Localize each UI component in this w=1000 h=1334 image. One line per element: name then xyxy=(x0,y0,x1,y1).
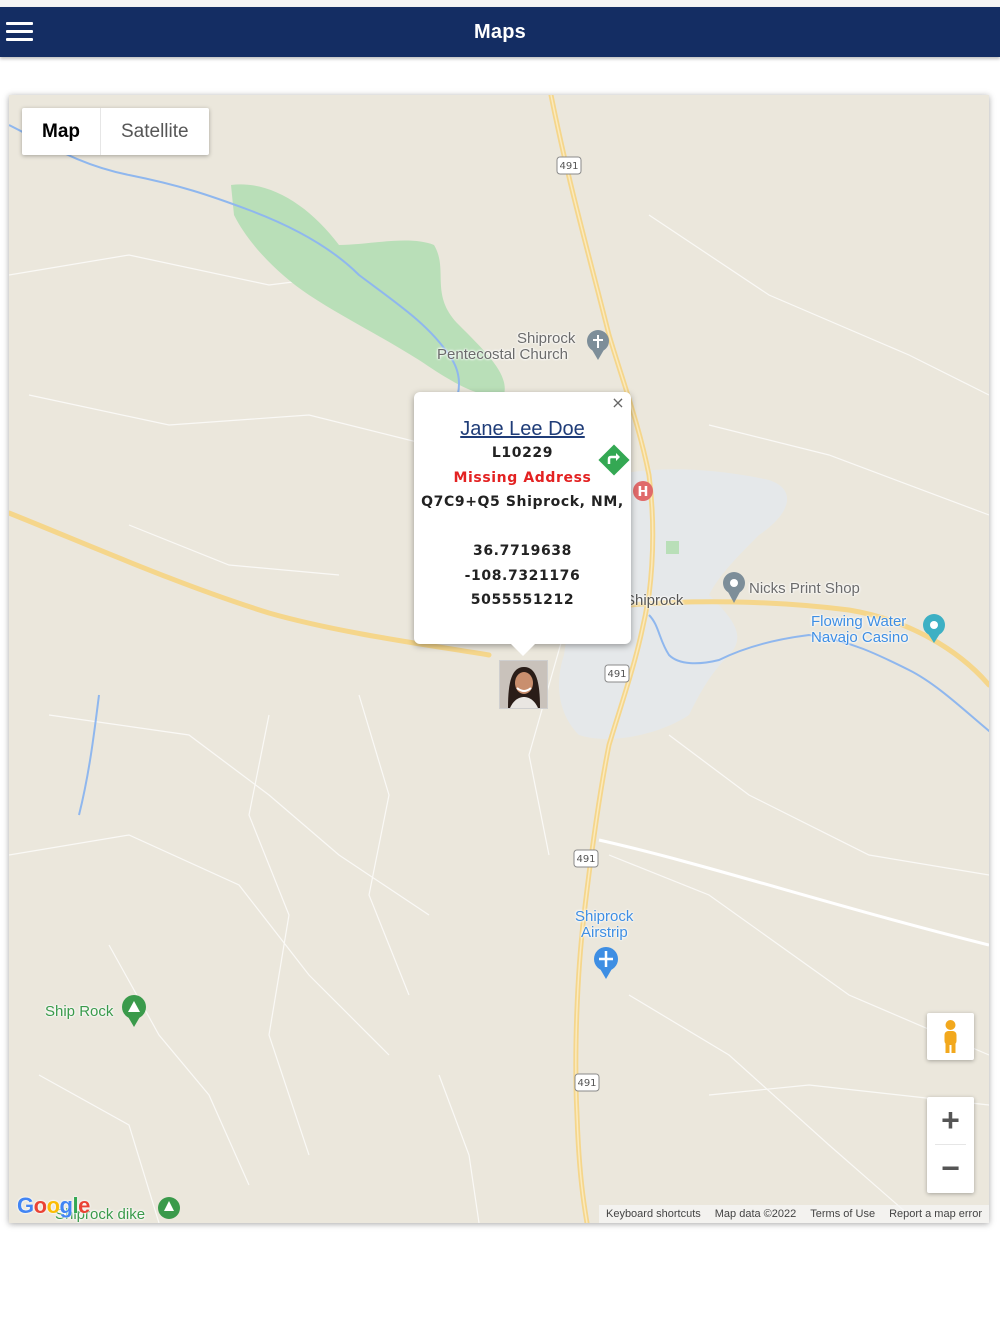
map-data-text: Map data ©2022 xyxy=(714,1208,797,1220)
contact-longitude: -108.7321176 xyxy=(464,567,581,584)
google-logo[interactable]: Google xyxy=(17,1193,90,1219)
contact-phone: 5055551212 xyxy=(470,592,575,608)
svg-text:H: H xyxy=(638,485,649,500)
map-container[interactable]: 491 491 491 491 H Shiprock Pentecostal C… xyxy=(9,95,989,1223)
town-label[interactable]: Shiprock xyxy=(625,593,683,609)
park-pin-icon[interactable] xyxy=(158,1197,180,1219)
church-label[interactable]: Pentecostal Church xyxy=(437,347,568,363)
map-canvas[interactable]: 491 491 491 491 H xyxy=(9,95,989,1223)
hospital-pin-icon[interactable]: H xyxy=(633,481,653,501)
keyboard-shortcuts-link[interactable]: Keyboard shortcuts xyxy=(599,1205,708,1223)
route-shield: 491 xyxy=(576,854,595,865)
route-shield: 491 xyxy=(577,1078,596,1089)
close-icon[interactable]: × xyxy=(609,394,627,412)
directions-icon[interactable] xyxy=(598,444,630,476)
terms-link[interactable]: Terms of Use xyxy=(803,1205,882,1223)
ship-rock-label[interactable]: Ship Rock xyxy=(45,1004,113,1020)
map-type-map-button[interactable]: Map xyxy=(22,108,100,155)
page-title: Maps xyxy=(474,21,526,43)
airstrip-label[interactable]: Shiprock xyxy=(575,909,633,925)
app-header: Maps xyxy=(0,7,1000,57)
map-attribution: Keyboard shortcuts Map data ©2022 Terms … xyxy=(598,1205,989,1223)
map-type-control: Map Satellite xyxy=(22,108,209,155)
zoom-in-button[interactable]: + xyxy=(927,1097,974,1144)
casino-label[interactable]: Navajo Casino xyxy=(811,630,909,646)
route-shield: 491 xyxy=(559,161,578,172)
route-shield: 491 xyxy=(607,669,626,680)
info-window: × Jane Lee Doe L10229 Missing Address Q7… xyxy=(414,392,631,656)
person-marker-avatar[interactable] xyxy=(499,660,548,709)
contact-address: Q7C9+Q5 Shiprock, NM, xyxy=(421,494,624,510)
casino-label[interactable]: Flowing Water xyxy=(811,614,906,630)
map-type-satellite-button[interactable]: Satellite xyxy=(100,108,209,155)
print-shop-label[interactable]: Nicks Print Shop xyxy=(749,581,860,597)
zoom-out-button[interactable]: − xyxy=(927,1145,974,1192)
pegman-icon[interactable] xyxy=(927,1013,974,1060)
contact-name-link[interactable]: Jane Lee Doe xyxy=(414,418,631,441)
church-label[interactable]: Shiprock xyxy=(517,331,575,347)
airstrip-label[interactable]: Airstrip xyxy=(581,925,628,941)
zoom-control: + − xyxy=(927,1097,974,1193)
report-error-link[interactable]: Report a map error xyxy=(882,1205,989,1223)
contact-latitude: 36.7719638 xyxy=(473,543,572,559)
